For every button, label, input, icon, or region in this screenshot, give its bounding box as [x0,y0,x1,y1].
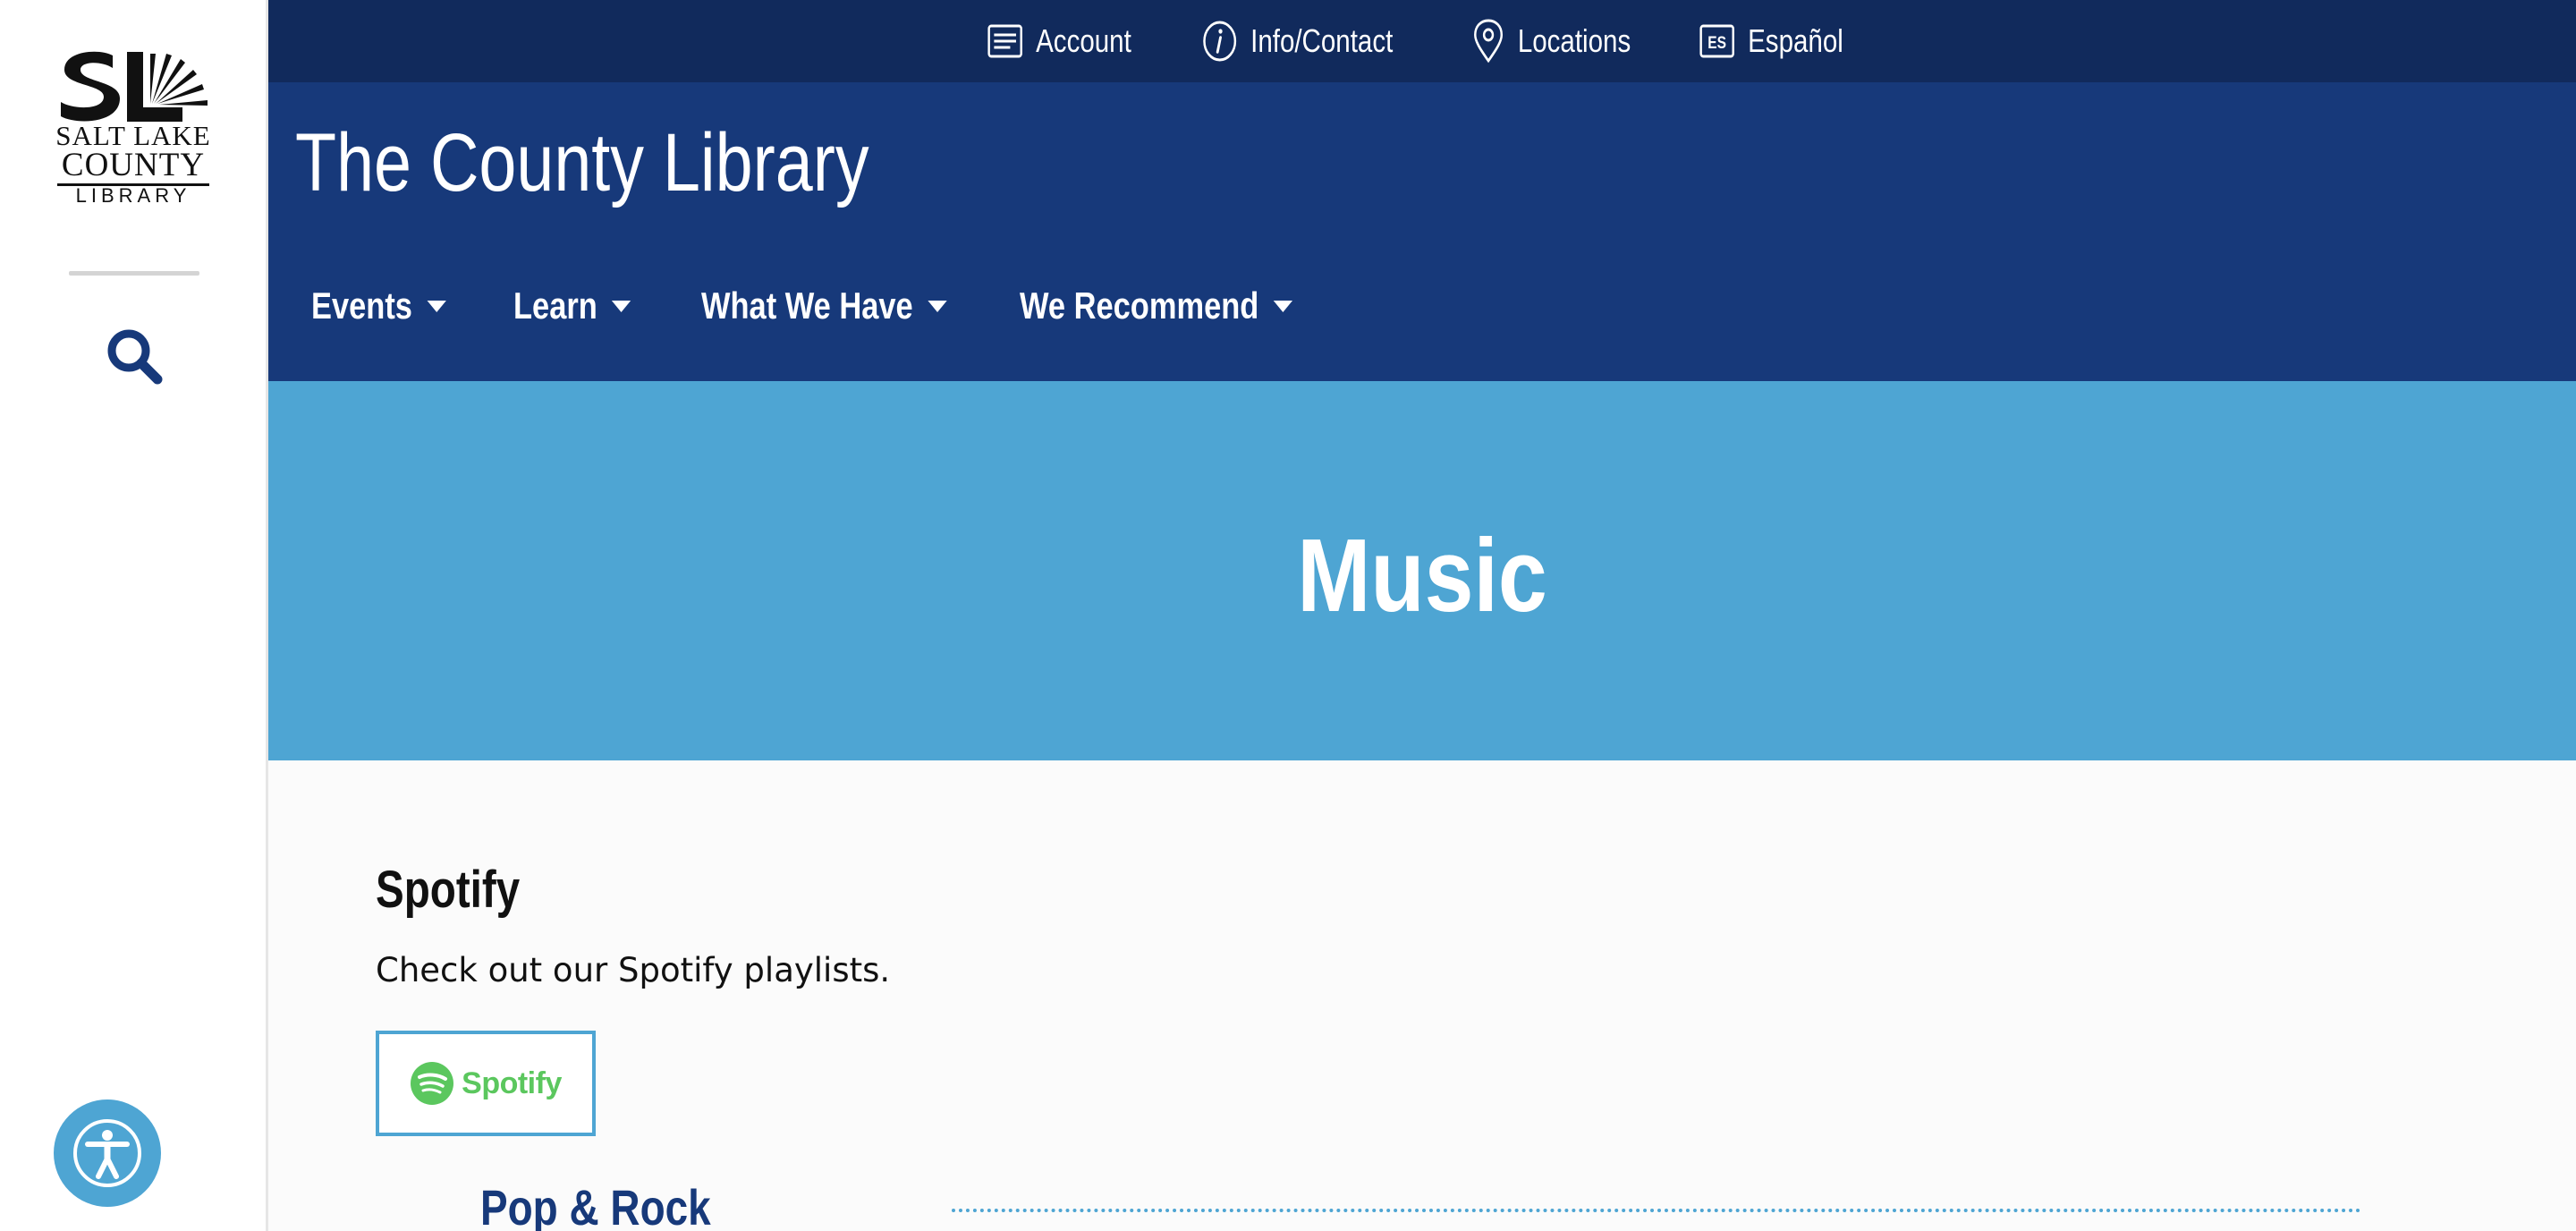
spotify-link-card[interactable]: Spotify [376,1031,596,1136]
site-header: The County Library Events Learn What We … [268,82,2576,381]
nav-what-we-have-label: What We Have [701,284,913,327]
accessibility-button[interactable] [54,1099,161,1207]
spotify-wordmark: Spotify [462,1065,562,1100]
language-es-badge: ES [1707,33,1726,53]
espanol-link[interactable]: ES Español [1699,0,1843,82]
info-contact-label: Info/Contact [1250,22,1394,59]
nav-events-label: Events [311,284,412,327]
account-link[interactable]: Account [987,0,1131,82]
caret-down-icon [928,300,947,312]
nav-we-recommend-label: We Recommend [1020,284,1259,327]
nav-we-recommend[interactable]: We Recommend [1020,279,1293,333]
accessibility-icon [73,1119,141,1187]
dotted-divider [952,1209,2361,1212]
left-sidebar: SALT LAKE COUNTY LIBRARY [0,0,268,1231]
logo-text-library: LIBRARY [75,184,191,207]
info-icon [1203,21,1237,62]
nav-learn[interactable]: Learn [513,279,631,333]
site-title[interactable]: The County Library [295,113,869,213]
main-content: Spotify Check out our Spotify playlists.… [268,760,2576,1231]
section-description: Check out our Spotify playlists. [376,951,891,989]
salt-lake-county-library-logo[interactable]: SALT LAKE COUNTY LIBRARY [54,50,213,207]
search-button[interactable] [104,326,166,388]
account-label: Account [1036,22,1131,59]
sl-logo-mark [61,51,208,122]
card-icon [987,24,1022,58]
caret-down-icon [427,300,446,312]
page-hero: Music [268,381,2576,760]
espanol-label: Español [1748,22,1843,59]
nav-events[interactable]: Events [311,279,446,333]
spotify-icon [411,1062,454,1105]
language-es-icon: ES [1699,24,1734,58]
locations-label: Locations [1517,22,1631,59]
section-heading-pop-rock: Pop & Rock [480,1179,711,1231]
search-icon [107,329,163,385]
info-contact-link[interactable]: Info/Contact [1202,0,1393,82]
sidebar-divider [69,271,199,276]
logo-text-county: COUNTY [61,147,206,183]
caret-down-icon [1273,300,1293,312]
map-pin-icon [1474,19,1504,64]
nav-learn-label: Learn [513,284,597,327]
nav-what-we-have[interactable]: What We Have [701,279,947,333]
utility-bar: Account Info/Contact Locations ES Españo… [268,0,2576,82]
caret-down-icon [612,300,631,312]
locations-link[interactable]: Locations [1472,0,1631,82]
page-title: Music [1297,517,1547,633]
section-heading-spotify: Spotify [376,861,521,919]
